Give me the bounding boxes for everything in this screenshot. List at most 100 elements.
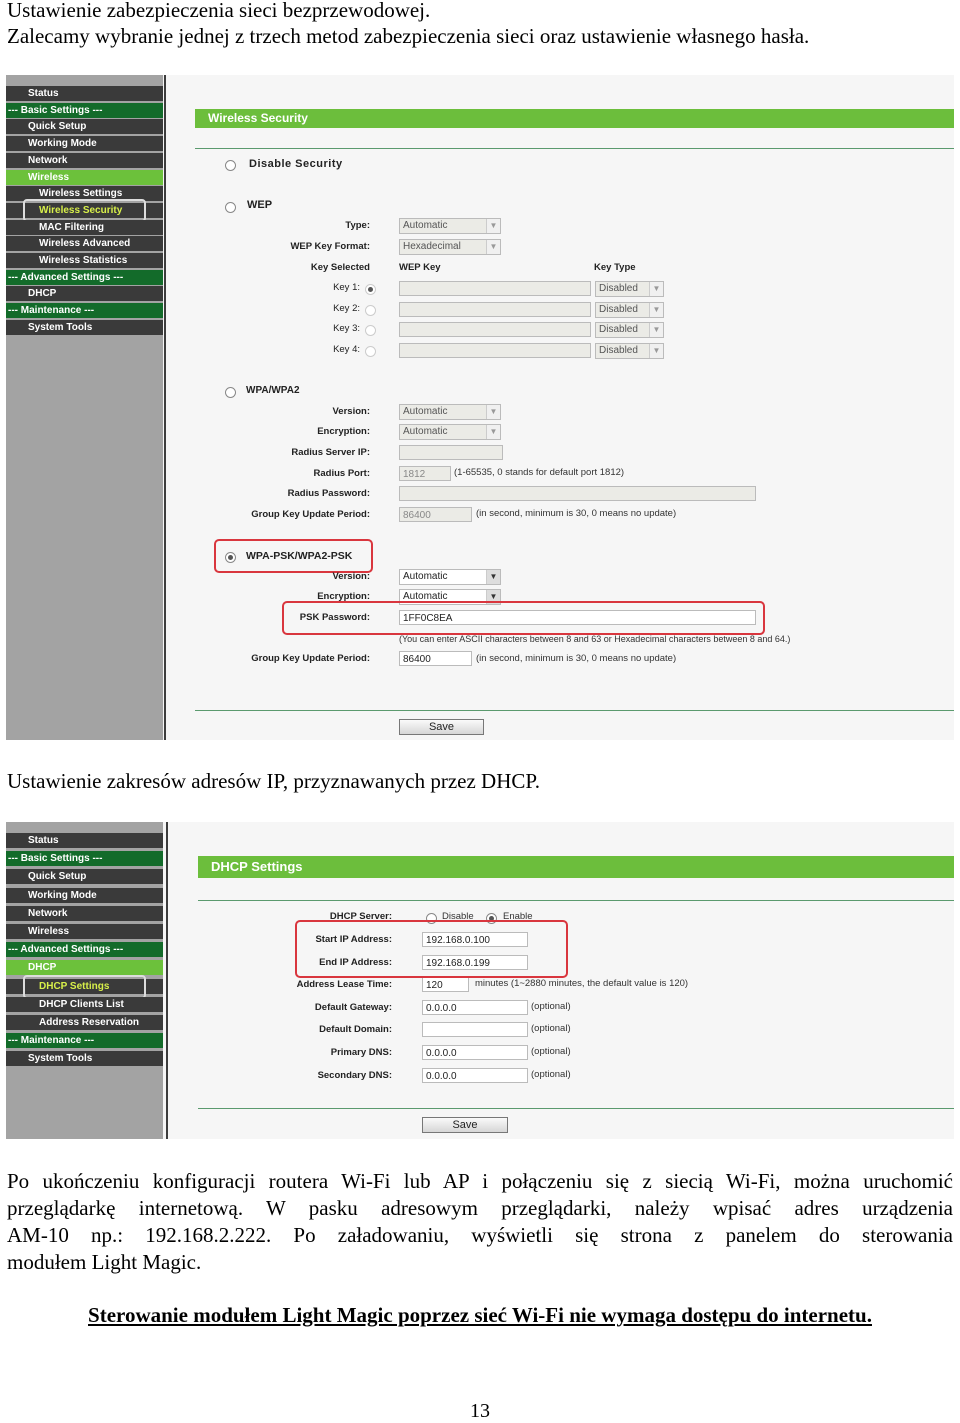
divider	[195, 148, 954, 149]
wep-type-select[interactable]: Automatic ▼	[399, 218, 501, 234]
wpa-encryption-value: Automatic	[403, 426, 448, 437]
wep-format-value: Hexadecimal	[403, 241, 461, 252]
disable-security-label: Disable Security	[249, 158, 343, 170]
wep-key-type-select[interactable]: Disabled ▼	[595, 322, 664, 339]
wep-key-type-value: Disabled	[599, 283, 638, 294]
sidebar-item-basic-settings[interactable]: --- Basic Settings ---	[6, 851, 163, 867]
psk-group-key-note: (in second, minimum is 30, 0 means no up…	[476, 653, 677, 664]
selection-outline	[23, 974, 146, 999]
sidebar-item-network[interactable]: Network	[6, 152, 163, 168]
sidebar-item-wireless[interactable]: Wireless	[6, 169, 163, 185]
dhcp-field-input[interactable]: 120	[422, 977, 469, 993]
sidebar-item-wireless-statistics[interactable]: Wireless Statistics	[6, 253, 163, 268]
wep-key-label: Key 4:	[333, 343, 360, 355]
chevron-down-icon: ▼	[486, 405, 500, 419]
paragraph-line: modułem Light Magic.	[7, 1250, 202, 1274]
dhcp-field-input[interactable]: 0.0.0.0	[422, 999, 528, 1015]
sidebar-item-quick-setup[interactable]: Quick Setup	[6, 869, 163, 885]
sidebar-item-maintenance[interactable]: --- Maintenance ---	[6, 303, 163, 319]
dhcp-field-input[interactable]: 0.0.0.0	[422, 1067, 528, 1083]
wep-key-type-value: Disabled	[599, 303, 638, 315]
wep-format-select[interactable]: Hexadecimal ▼	[399, 239, 501, 255]
wpa-version-select[interactable]: Automatic ▼	[399, 404, 501, 420]
save-button[interactable]: Save	[422, 1117, 508, 1133]
sidebar: Status --- Basic Settings --- Quick Setup W…	[6, 75, 163, 740]
paragraph-line: przeglądarkę internetową. W pasku adreso…	[7, 1196, 953, 1220]
sidebar-item-dhcp[interactable]: DHCP	[6, 286, 163, 302]
wpa-group-key-input[interactable]: 86400	[399, 507, 472, 522]
dhcp-field-label: Default Domain:	[319, 1024, 392, 1036]
sidebar-item-advanced-settings[interactable]: --- Advanced Settings ---	[6, 942, 163, 958]
sidebar-item-status[interactable]: Status	[6, 86, 163, 101]
sidebar-item-wireless-advanced[interactable]: Wireless Advanced	[6, 236, 163, 252]
chevron-down-icon: ▼	[649, 343, 663, 358]
intro-line-2: Zalecamy wybranie jednej z trzech metod …	[7, 24, 810, 48]
paragraph-line: AM-10 np.: 192.168.2.222. Po załadowaniu…	[7, 1223, 953, 1247]
sidebar-item-working-mode[interactable]: Working Mode	[6, 887, 163, 903]
wep-key-radio[interactable]	[365, 304, 376, 316]
dhcp-field-label: Primary DNS:	[330, 1047, 392, 1058]
wpa-group-key-note: (in second, minimum is 30, 0 means no up…	[476, 508, 677, 519]
paragraph-line: Po ukończeniu konfiguracji routera Wi-Fi…	[7, 1169, 953, 1193]
sidebar-item-maintenance[interactable]: --- Maintenance ---	[6, 1033, 163, 1049]
psk-version-select[interactable]: Automatic ▼	[399, 569, 501, 585]
wep-key-input[interactable]	[399, 281, 591, 296]
wep-key-radio[interactable]	[365, 325, 376, 337]
sidebar-item-status[interactable]: Status	[6, 833, 163, 848]
chevron-down-icon: ▼	[649, 323, 663, 338]
radius-port-input[interactable]: 1812	[399, 466, 451, 481]
wep-key-radio[interactable]	[365, 284, 376, 295]
radius-ip-label: Radius Server IP:	[291, 447, 370, 458]
psk-password-input[interactable]: 1FF0C8EA	[399, 610, 756, 625]
sidebar-item-address-reservation[interactable]: Address Reservation	[6, 1015, 163, 1030]
wep-key-radio[interactable]	[365, 345, 376, 357]
wpa-psk-radio[interactable]	[225, 552, 236, 563]
wep-key-input[interactable]	[399, 322, 591, 338]
radius-port-note: (1-65535, 0 stands for default port 1812…	[454, 467, 625, 478]
psk-group-key-input[interactable]: 86400	[399, 651, 472, 666]
wireless-security-screenshot: Status --- Basic Settings --- Quick Setup W…	[6, 75, 954, 740]
sidebar-item-quick-setup[interactable]: Quick Setup	[6, 119, 163, 135]
dhcp-field-note: minutes (1~2880 minutes, the default val…	[475, 978, 689, 990]
wep-key-input[interactable]	[399, 301, 591, 317]
divider	[195, 710, 954, 711]
wep-radio[interactable]	[225, 202, 236, 213]
wpa-radio[interactable]	[225, 387, 236, 398]
wep-key-type-select[interactable]: Disabled ▼	[595, 301, 664, 318]
chevron-down-icon: ▼	[486, 219, 500, 233]
dhcp-field-note: (optional)	[531, 1046, 571, 1057]
dhcp-field-input[interactable]: 0.0.0.0	[422, 1045, 528, 1060]
radius-password-input[interactable]	[399, 486, 756, 501]
psk-group-key-label: Group Key Update Period:	[251, 653, 370, 664]
disable-security-radio[interactable]	[225, 160, 236, 171]
sidebar-item-dhcp-clients-list[interactable]: DHCP Clients List	[6, 996, 163, 1012]
sidebar-item-system-tools[interactable]: System Tools	[6, 319, 163, 335]
sidebar-item-wireless[interactable]: Wireless	[6, 924, 163, 939]
radius-password-label: Radius Password:	[287, 488, 370, 499]
dhcp-field-note: (optional)	[531, 1000, 571, 1012]
sidebar-item-mac-filtering[interactable]: MAC Filtering	[6, 219, 163, 235]
divider	[198, 900, 954, 901]
sidebar-item-dhcp[interactable]: DHCP	[6, 960, 163, 976]
sidebar-item-working-mode[interactable]: Working Mode	[6, 136, 163, 152]
wpa-version-label: Version:	[332, 406, 371, 417]
radius-ip-input[interactable]	[399, 445, 503, 460]
instructions-paragraph: Po ukończeniu konfiguracji routera Wi-Fi…	[7, 1168, 953, 1276]
wep-key-type-select[interactable]: Disabled ▼	[595, 281, 664, 297]
key-selected-header: Key Selected	[310, 262, 370, 273]
sidebar-item-network[interactable]: Network	[6, 905, 163, 921]
dhcp-field-note: (optional)	[531, 1068, 571, 1080]
wep-label: WEP	[247, 199, 273, 211]
sidebar-item-advanced-settings[interactable]: --- Advanced Settings ---	[6, 269, 163, 285]
wpa-encryption-select[interactable]: Automatic ▼	[399, 424, 501, 440]
sidebar-item-basic-settings[interactable]: --- Basic Settings ---	[6, 102, 163, 118]
save-button[interactable]: Save	[399, 719, 484, 735]
wep-key-input[interactable]	[399, 342, 591, 358]
wep-key-type-select[interactable]: Disabled ▼	[595, 342, 664, 359]
dhcp-field-input[interactable]	[422, 1022, 528, 1038]
sidebar-item-system-tools[interactable]: System Tools	[6, 1051, 163, 1067]
psk-version-value: Automatic	[403, 571, 448, 582]
chevron-down-icon: ▼	[486, 570, 500, 584]
page-number: 13	[470, 1400, 490, 1422]
radius-port-label: Radius Port:	[313, 468, 370, 479]
